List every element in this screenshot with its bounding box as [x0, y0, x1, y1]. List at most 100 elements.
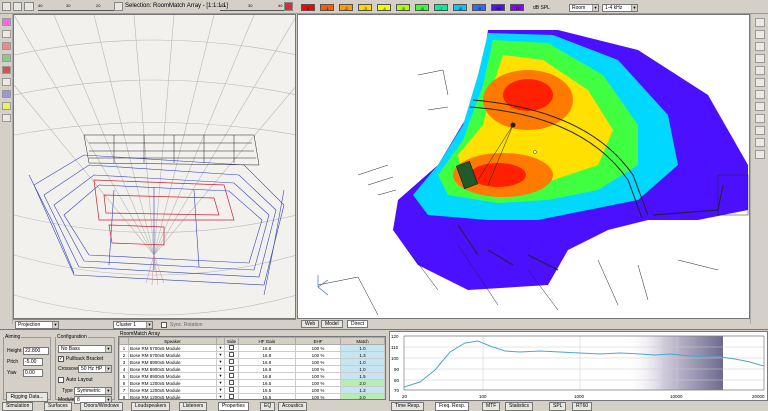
side-checkbox[interactable]: [229, 366, 234, 371]
speaker-cell[interactable]: Bose RM 1200x5 Module: [128, 386, 217, 394]
hf-gain-cell[interactable]: 16.8: [238, 358, 296, 366]
top-view-icon[interactable]: [755, 90, 765, 99]
side-checkbox-cell[interactable]: [224, 358, 239, 366]
layer-tool-icon[interactable]: [2, 54, 11, 62]
match-cell[interactable]: 1.0: [340, 358, 385, 366]
tab-listeners[interactable]: Listeners: [179, 402, 208, 411]
rotate-icon[interactable]: [755, 30, 765, 39]
tab-properties[interactable]: Properties: [218, 402, 249, 411]
tab-simulation[interactable]: Simulation: [2, 402, 34, 411]
match-cell[interactable]: 2.0: [340, 379, 385, 387]
new-icon[interactable]: [2, 2, 11, 11]
match-cell[interactable]: 1.2: [340, 386, 385, 394]
frequency-response-graph[interactable]: 120 110 100 90 80 70 20 100 1000 10000 2…: [389, 331, 768, 401]
tab-eq[interactable]: EQ: [260, 402, 276, 411]
table-row[interactable]: 6 Bose RM 1200x5 Module ▾ 16.5 100 % 2.0: [119, 379, 385, 387]
hf-gain-cell[interactable]: 16.5: [238, 379, 296, 387]
sync-rotation-checkbox[interactable]: [161, 322, 167, 328]
height-input[interactable]: 22.800: [23, 347, 49, 355]
side-checkbox[interactable]: [229, 352, 234, 357]
zoom-out-icon[interactable]: [755, 66, 765, 75]
match-cell[interactable]: 1.3: [340, 351, 385, 359]
hf-gain-cell[interactable]: 16.8: [238, 344, 296, 352]
projection-select[interactable]: Projection ▼: [15, 321, 59, 329]
speaker-cell[interactable]: Bose RM 8900x5 Module: [128, 358, 217, 366]
pullback-checkbox[interactable]: ✓: [58, 356, 64, 362]
close-view-icon[interactable]: [284, 2, 293, 11]
speaker-tool-icon[interactable]: [2, 66, 11, 74]
hf-gain-cell[interactable]: 15.5: [238, 393, 296, 399]
speaker-dropdown-icon[interactable]: ▾: [216, 351, 225, 359]
tab-direct[interactable]: Direct: [347, 320, 369, 328]
tab-spl[interactable]: SPL: [549, 402, 567, 411]
hf-gain-cell[interactable]: 15.5: [238, 386, 296, 394]
side-checkbox[interactable]: [229, 394, 234, 399]
lock-icon[interactable]: [755, 138, 765, 147]
match-cell[interactable]: 1.0: [340, 344, 385, 352]
tab-statistics[interactable]: Statistics: [505, 402, 534, 411]
side-checkbox[interactable]: [229, 387, 234, 392]
type-select[interactable]: Symmetric ▼: [74, 387, 112, 395]
table-row[interactable]: 3 Bose RM 8900x5 Module ▾ 16.8 100 % 1.0: [119, 358, 385, 366]
ehf-cell[interactable]: 100 %: [294, 379, 342, 387]
ehf-cell[interactable]: 100 %: [294, 351, 342, 359]
tab-freq-resp-[interactable]: Freq. Resp.: [435, 402, 470, 411]
speaker-dropdown-icon[interactable]: ▾: [216, 386, 225, 394]
side-checkbox[interactable]: [229, 345, 234, 350]
match-cell[interactable]: 1.0: [340, 365, 385, 373]
table-row[interactable]: 5 Bose RM 8900x5 Module ▾ 16.8 100 % 1.5: [119, 372, 385, 380]
speaker-dropdown-icon[interactable]: ▾: [216, 365, 225, 373]
tab-mtf[interactable]: MTF: [482, 402, 501, 411]
yaw-input[interactable]: 0.00: [23, 369, 43, 377]
view-icon[interactable]: [114, 2, 123, 11]
light-tool-icon[interactable]: [2, 102, 11, 110]
ehf-cell[interactable]: 100 %: [294, 393, 342, 399]
fit-view-icon[interactable]: [755, 78, 765, 87]
auto-layout-checkbox[interactable]: [58, 377, 64, 383]
ehf-cell[interactable]: 100 %: [294, 372, 342, 380]
3d-model-view[interactable]: [13, 14, 296, 319]
front-view-icon[interactable]: [755, 102, 765, 111]
array-module-table[interactable]: Speaker Side HF Gain EHF Match 1 Bose RM …: [118, 336, 386, 400]
cluster-select[interactable]: Cluster 1 ▼: [113, 321, 153, 329]
open-icon[interactable]: [13, 2, 22, 11]
tab-web[interactable]: Web: [301, 320, 320, 328]
speaker-cell[interactable]: Bose RM 5700x5 Module: [128, 344, 217, 352]
match-cell[interactable]: 2.0: [340, 393, 385, 399]
speaker-cell[interactable]: Bose RM 1200x5 Module: [128, 379, 217, 387]
speaker-cell[interactable]: Bose RM 8900x5 Module: [128, 365, 217, 373]
side-checkbox-cell[interactable]: [224, 379, 239, 387]
side-checkbox-cell[interactable]: [224, 372, 239, 380]
speaker-cell[interactable]: Bose RM 5700x5 Module: [128, 351, 217, 359]
tab-surfaces[interactable]: Surfaces: [44, 402, 72, 411]
side-checkbox[interactable]: [229, 373, 234, 378]
tab-loudspeakers[interactable]: Loudspeakers: [131, 402, 171, 411]
select-tool-icon[interactable]: [2, 18, 11, 26]
spl-coverage-map[interactable]: [297, 14, 750, 319]
surface-tool-icon[interactable]: [2, 42, 11, 50]
tab-time-resp-[interactable]: Time Resp.: [391, 402, 425, 411]
table-row[interactable]: 2 Bose RM 5700x5 Module ▾ 16.8 100 % 1.3: [119, 351, 385, 359]
hf-gain-cell[interactable]: 16.8: [238, 365, 296, 373]
perspective-icon[interactable]: [755, 126, 765, 135]
table-row[interactable]: 7 Bose RM 1200x5 Module ▾ 15.5 100 % 1.2: [119, 386, 385, 394]
tab-rt60[interactable]: RT60: [572, 402, 593, 411]
pan-icon[interactable]: [755, 42, 765, 51]
ehf-cell[interactable]: 100 %: [294, 386, 342, 394]
side-checkbox-cell[interactable]: [224, 351, 239, 359]
table-row[interactable]: 8 Bose RM 1200x5 Module ▾ 15.5 100 % 2.0: [119, 393, 385, 399]
speaker-cell[interactable]: Bose RM 1200x5 Module: [128, 393, 217, 399]
table-row[interactable]: 4 Bose RM 8900x5 Module ▾ 16.8 100 % 1.0: [119, 365, 385, 373]
view-select[interactable]: Room ▼: [569, 4, 599, 12]
pitch-input[interactable]: -5.00: [23, 358, 43, 366]
tab-acoustics[interactable]: Acoustics: [278, 402, 308, 411]
match-cell[interactable]: 1.5: [340, 372, 385, 380]
zoom-tool-icon[interactable]: [2, 30, 11, 38]
hf-gain-cell[interactable]: 16.8: [238, 372, 296, 380]
speaker-dropdown-icon[interactable]: ▾: [216, 358, 225, 366]
side-checkbox[interactable]: [229, 359, 234, 364]
tab-model[interactable]: Model: [321, 320, 343, 328]
listener-tool-icon[interactable]: [2, 78, 11, 86]
ehf-cell[interactable]: 100 %: [294, 365, 342, 373]
speaker-dropdown-icon[interactable]: ▾: [216, 372, 225, 380]
